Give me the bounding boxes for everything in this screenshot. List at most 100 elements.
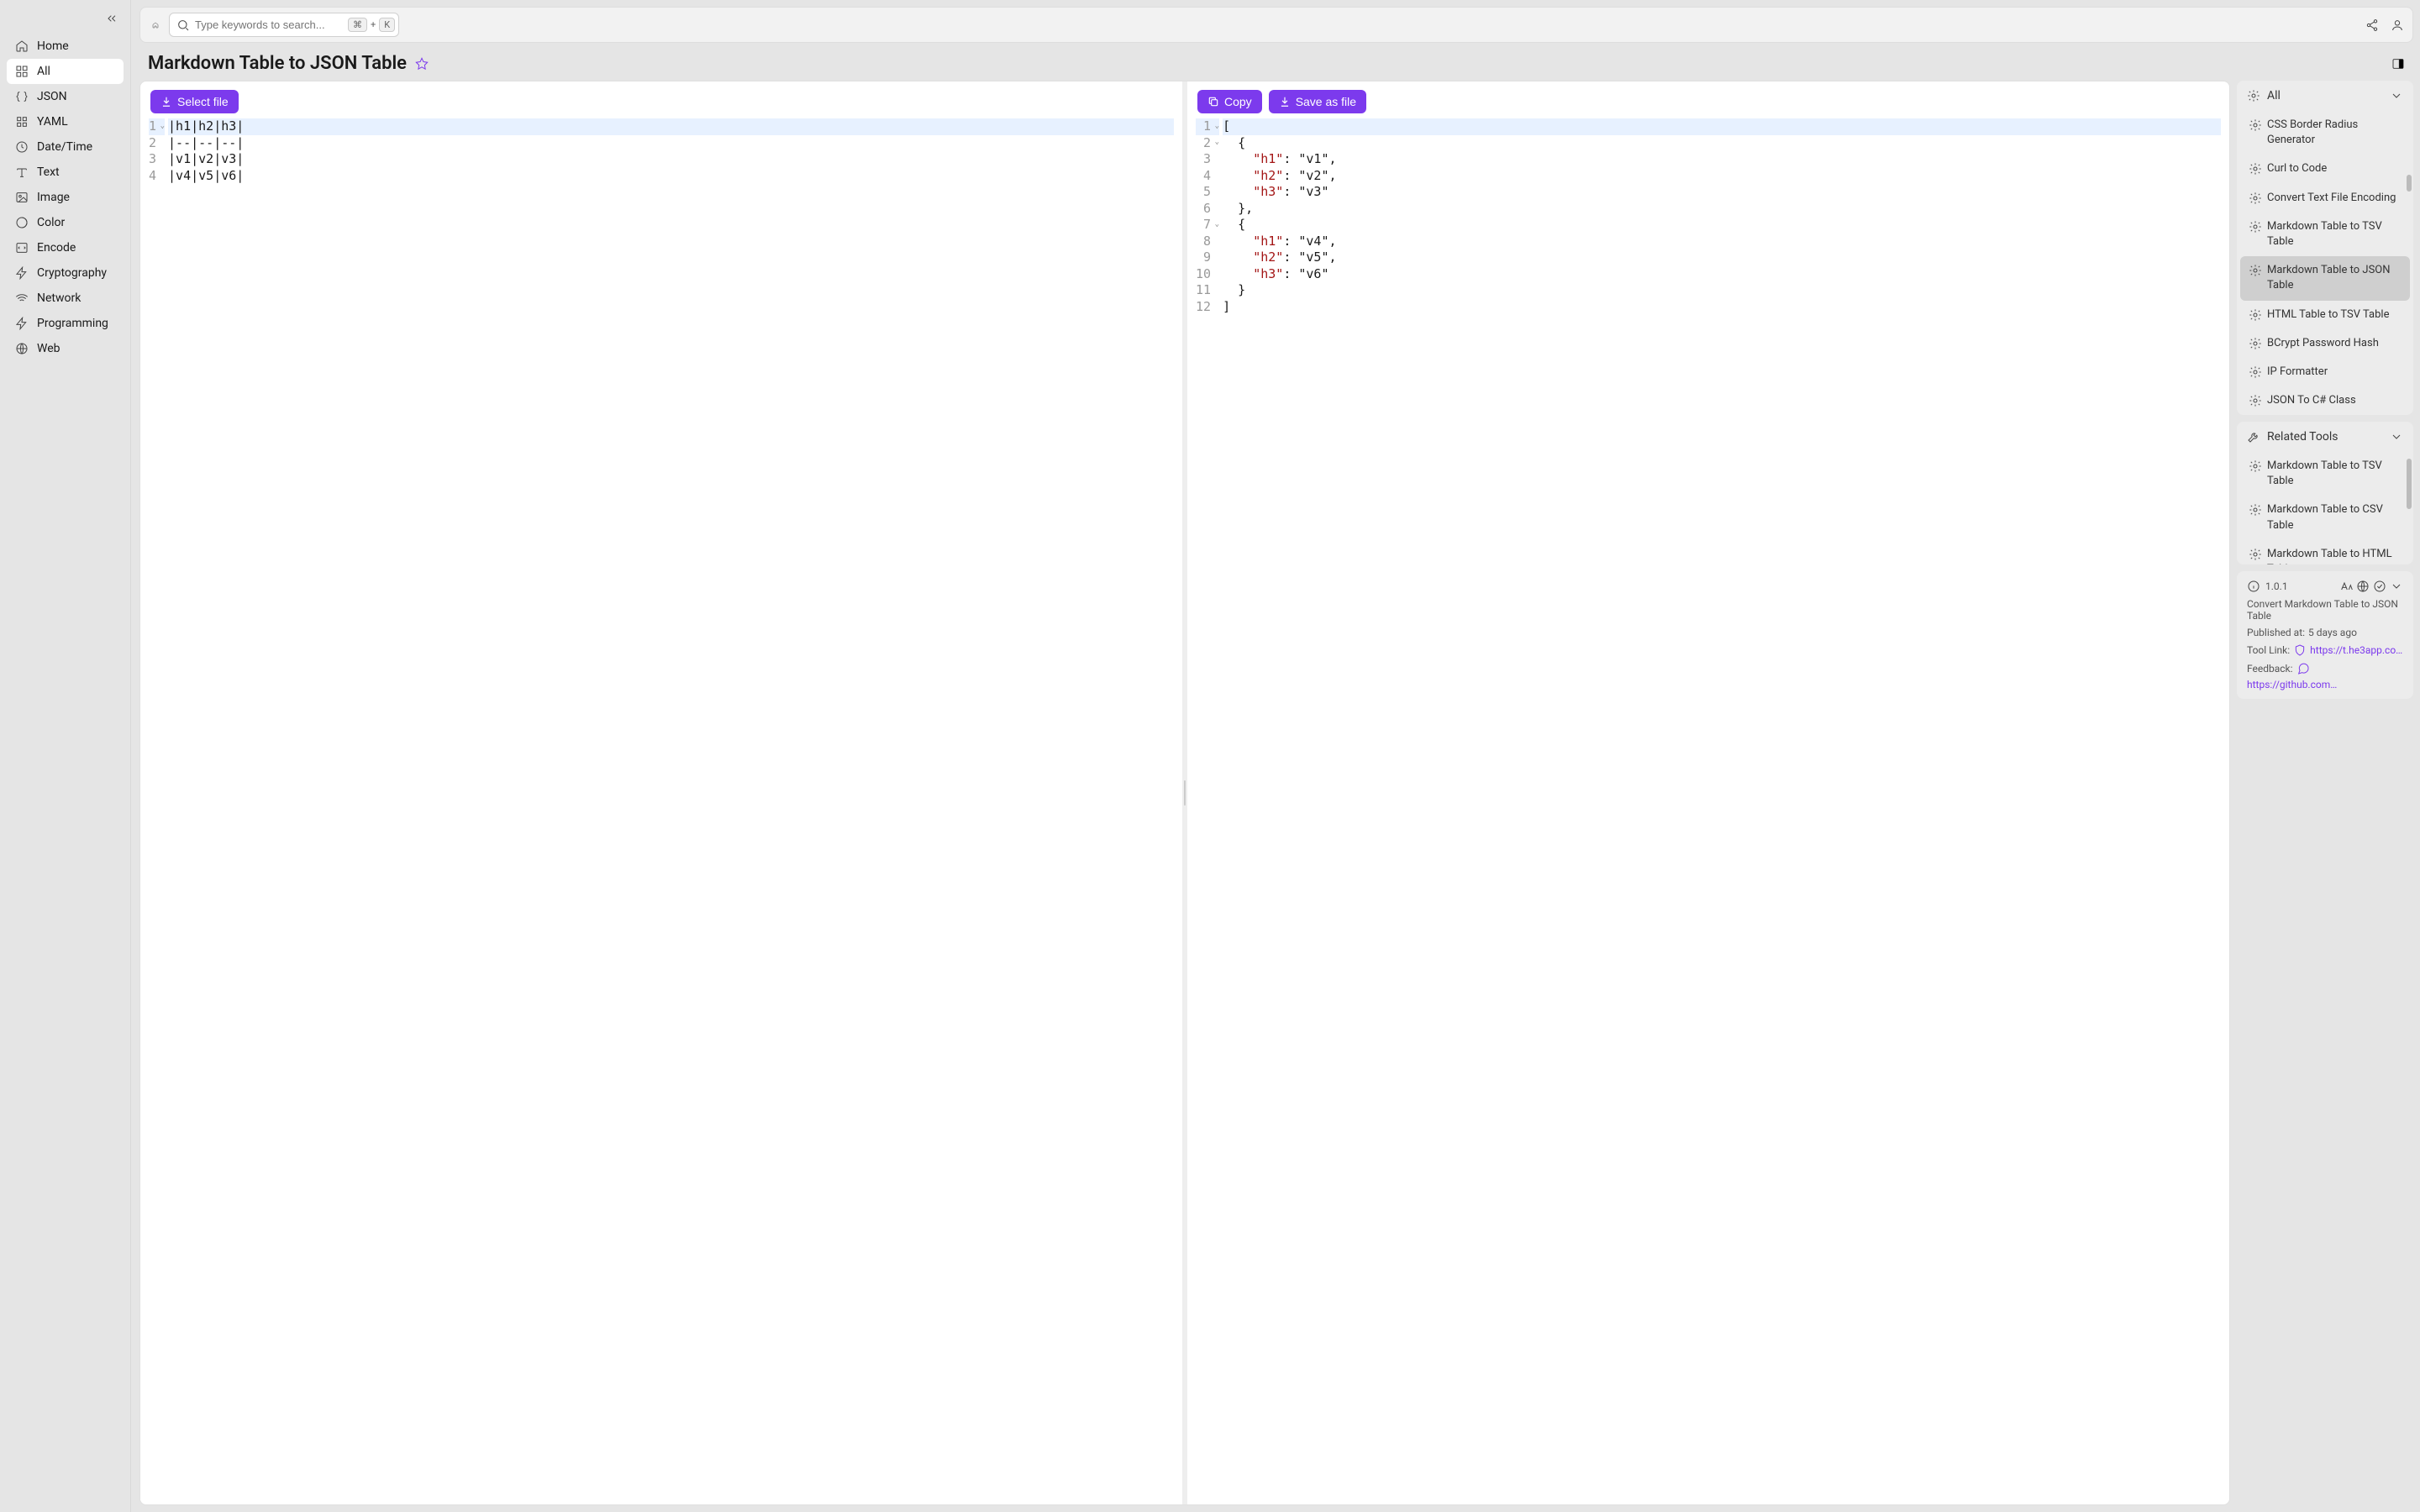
chevron-down-icon bbox=[2390, 430, 2403, 444]
version-text: 1.0.1 bbox=[2265, 580, 2288, 592]
tool-item[interactable]: CSS Border Radius Generator bbox=[2240, 111, 2410, 155]
all-tools-title: All bbox=[2267, 89, 2281, 102]
all-tools-scrollbar[interactable] bbox=[2407, 118, 2412, 408]
related-tools-scrollbar[interactable] bbox=[2407, 459, 2412, 558]
tool-item-label: CSS Border Radius Generator bbox=[2267, 118, 2402, 148]
feedback-label: Feedback: bbox=[2247, 663, 2293, 675]
tool-item[interactable]: Curl to Code bbox=[2240, 155, 2410, 183]
sidebar-item-network[interactable]: Network bbox=[7, 286, 124, 311]
sidebar-item-color[interactable]: Color bbox=[7, 210, 124, 235]
sidebar-item-label: YAML bbox=[37, 115, 68, 129]
input-editor[interactable]: 1⌄234 |h1|h2|h3||--|--|--||v1|v2|v3||v4|… bbox=[140, 118, 1182, 1504]
sidebar-item-label: Programming bbox=[37, 317, 108, 330]
sidebar-item-date-time[interactable]: Date/Time bbox=[7, 134, 124, 160]
tool-item-label: HTML Table to TSV Table bbox=[2267, 307, 2389, 323]
tool-link[interactable]: https://t.he3app.co… bbox=[2310, 644, 2402, 656]
clock-icon bbox=[15, 140, 29, 154]
prog-icon bbox=[15, 317, 29, 330]
sidebar-item-yaml[interactable]: YAML bbox=[7, 109, 124, 134]
tool-icon bbox=[2249, 162, 2262, 176]
sidebar-item-image[interactable]: Image bbox=[7, 185, 124, 210]
search-input[interactable] bbox=[195, 18, 343, 31]
tool-item-label: IP Formatter bbox=[2267, 365, 2328, 380]
tool-icon bbox=[2249, 118, 2262, 132]
sidebar-collapse-button[interactable] bbox=[7, 8, 124, 32]
sidebar-item-all[interactable]: All bbox=[7, 59, 124, 84]
tools-icon bbox=[2247, 89, 2260, 102]
tool-item[interactable]: HTML Table to TSV Table bbox=[2240, 301, 2410, 329]
tool-item[interactable]: JSON To C# Class bbox=[2240, 386, 2410, 415]
all-tools-header[interactable]: All bbox=[2237, 81, 2413, 111]
chevron-down-icon bbox=[2390, 89, 2403, 102]
sidebar-item-programming[interactable]: Programming bbox=[7, 311, 124, 336]
sidebar-item-label: Image bbox=[37, 191, 70, 204]
output-editor[interactable]: 1⌄2⌄34567⌄89101112 [ { "h1": "v1", "h2":… bbox=[1187, 118, 2229, 1504]
home-button[interactable] bbox=[149, 18, 162, 32]
tool-item-label: Markdown Table to HTML Table bbox=[2267, 547, 2402, 564]
related-tools-header[interactable]: Related Tools bbox=[2237, 422, 2413, 452]
sidebar-item-encode[interactable]: Encode bbox=[7, 235, 124, 260]
topbar: ⌘ + K bbox=[139, 7, 2413, 43]
sidebar-item-web[interactable]: Web bbox=[7, 336, 124, 361]
tool-icon bbox=[2249, 192, 2262, 205]
sidebar-item-home[interactable]: Home bbox=[7, 34, 124, 59]
home-icon bbox=[15, 39, 29, 53]
tool-item[interactable]: Markdown Table to TSV Table bbox=[2240, 452, 2410, 496]
select-file-button[interactable]: Select file bbox=[150, 90, 239, 113]
shield-icon bbox=[2293, 643, 2307, 657]
tool-item[interactable]: Markdown Table to HTML Table bbox=[2240, 540, 2410, 564]
sidebar-item-json[interactable]: JSON bbox=[7, 84, 124, 109]
panel-toggle-icon[interactable] bbox=[2391, 57, 2405, 71]
output-pane: Copy Save as file 1⌄2⌄34567⌄89101112 [ {… bbox=[1187, 81, 2229, 1504]
tool-item[interactable]: BCrypt Password Hash bbox=[2240, 329, 2410, 358]
tool-item[interactable]: Markdown Table to JSON Table bbox=[2240, 256, 2410, 300]
network-icon bbox=[15, 291, 29, 305]
wrench-icon bbox=[2247, 430, 2260, 444]
editor-panel: Select file 1⌄234 |h1|h2|h3||--|--|--||v… bbox=[139, 81, 2230, 1505]
sidebar: Home All JSON YAML Date/Time Text Image Color En… bbox=[0, 0, 131, 1512]
check-circle-icon[interactable] bbox=[2373, 580, 2386, 593]
tool-icon bbox=[2249, 548, 2262, 561]
all-tools-section: All CSS Border Radius Generator Curl to C… bbox=[2237, 81, 2413, 415]
save-as-file-button[interactable]: Save as file bbox=[1269, 90, 1366, 113]
sidebar-item-label: Encode bbox=[37, 241, 76, 255]
sidebar-item-label: Home bbox=[37, 39, 69, 53]
globe-icon[interactable] bbox=[2356, 580, 2370, 593]
sidebar-item-label: Date/Time bbox=[37, 140, 92, 154]
tool-item[interactable]: IP Formatter bbox=[2240, 358, 2410, 386]
tool-item-label: Curl to Code bbox=[2267, 161, 2327, 176]
tool-icon bbox=[2249, 220, 2262, 234]
chevron-double-left-icon bbox=[105, 12, 118, 25]
tool-item[interactable]: Markdown Table to CSV Table bbox=[2240, 496, 2410, 539]
user-icon[interactable] bbox=[2391, 18, 2404, 32]
tool-icon bbox=[2249, 264, 2262, 277]
image-icon bbox=[15, 191, 29, 204]
search-box[interactable]: ⌘ + K bbox=[169, 13, 399, 37]
tool-item[interactable]: Markdown Table to TSV Table bbox=[2240, 213, 2410, 256]
tool-item-label: BCrypt Password Hash bbox=[2267, 336, 2379, 351]
text-icon bbox=[15, 165, 29, 179]
feedback-link[interactable]: https://github.com/… bbox=[2247, 679, 2339, 690]
chevron-down-icon[interactable] bbox=[2390, 580, 2403, 593]
sidebar-item-label: Cryptography bbox=[37, 266, 107, 280]
sidebar-item-text[interactable]: Text bbox=[7, 160, 124, 185]
favorite-button[interactable] bbox=[415, 57, 429, 71]
comment-icon bbox=[2296, 662, 2310, 675]
sidebar-item-label: JSON bbox=[37, 90, 67, 103]
info-section: 1.0.1 Convert Markdown Table to JSON Tab… bbox=[2237, 571, 2413, 699]
copy-button[interactable]: Copy bbox=[1197, 90, 1262, 113]
tool-icon bbox=[2249, 365, 2262, 379]
published-label: Published at: bbox=[2247, 627, 2305, 638]
tool-item-label: Markdown Table to JSON Table bbox=[2267, 263, 2402, 293]
tool-icon bbox=[2249, 459, 2262, 473]
all-icon bbox=[15, 65, 29, 78]
share-icon[interactable] bbox=[2365, 18, 2379, 32]
tool-item[interactable]: Convert Text File Encoding bbox=[2240, 184, 2410, 213]
tool-icon bbox=[2249, 394, 2262, 407]
sidebar-item-label: All bbox=[37, 65, 50, 78]
related-tools-title: Related Tools bbox=[2267, 430, 2338, 444]
font-size-icon[interactable] bbox=[2339, 580, 2353, 593]
info-description: Convert Markdown Table to JSON Table bbox=[2247, 598, 2403, 622]
sidebar-item-cryptography[interactable]: Cryptography bbox=[7, 260, 124, 286]
tool-link-label: Tool Link: bbox=[2247, 644, 2290, 656]
